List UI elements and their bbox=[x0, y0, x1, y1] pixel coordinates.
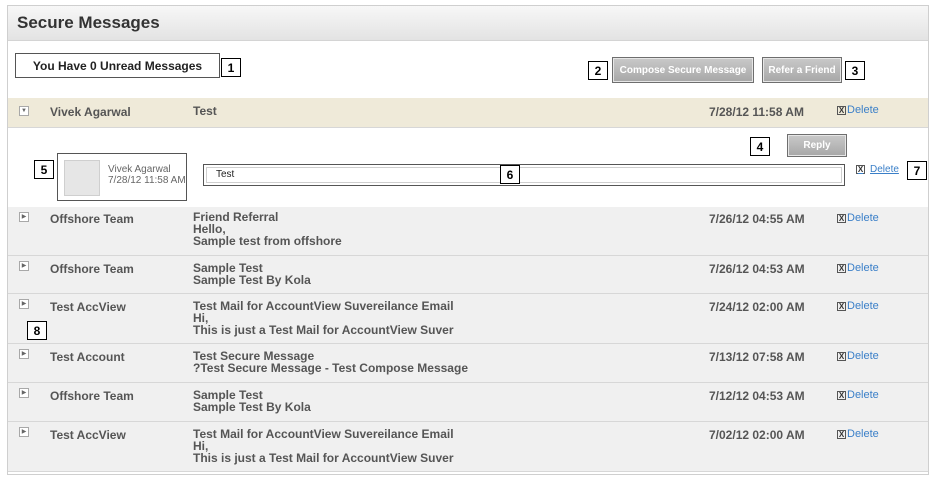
delete-link[interactable]: X Delete bbox=[837, 389, 879, 401]
message-subject-line: Test Mail for AccountView Suvereilance E… bbox=[193, 427, 454, 441]
reply-button[interactable]: Reply bbox=[787, 134, 847, 157]
sender-card: Vivek Agarwal 7/28/12 11:58 AM bbox=[57, 153, 187, 201]
refer-a-friend-button[interactable]: Refer a Friend bbox=[762, 57, 842, 83]
message-subject: Friend Referral Hello, Sample test from … bbox=[193, 211, 342, 247]
message-subject: Sample Test Sample Test By Kola bbox=[193, 389, 311, 413]
secure-messages-panel: Secure Messages You Have 0 Unread Messag… bbox=[7, 5, 929, 475]
message-preview-line: This is just a Test Mail for AccountView… bbox=[193, 451, 454, 465]
message-detail: Reply Vivek Agarwal 7/28/12 11:58 AM Tes… bbox=[8, 128, 928, 208]
callout-8: 8 bbox=[27, 321, 47, 340]
message-subject: Test Secure Message ?Test Secure Message… bbox=[193, 350, 468, 374]
expand-icon[interactable]: ▶ bbox=[19, 349, 29, 359]
message-subject: Sample Test Sample Test By Kola bbox=[193, 262, 311, 286]
delete-x-icon: X bbox=[837, 351, 846, 361]
delete-label: Delete bbox=[847, 300, 879, 312]
panel-header: Secure Messages bbox=[8, 6, 928, 41]
delete-link[interactable]: X Delete bbox=[837, 212, 879, 224]
delete-x-icon: X bbox=[837, 301, 846, 311]
message-row[interactable]: ▶ Offshore Team Sample Test Sample Test … bbox=[8, 383, 928, 422]
message-body-box: Test bbox=[203, 164, 845, 186]
message-row-open[interactable]: ▼ Vivek Agarwal Test 7/28/12 11:58 AM XD… bbox=[8, 98, 928, 128]
delete-link[interactable]: X Delete bbox=[837, 104, 879, 116]
message-sender: Test AccView bbox=[50, 428, 126, 442]
message-row[interactable]: ▶ Test Account Test Secure Message ?Test… bbox=[8, 344, 928, 383]
expand-icon[interactable]: ▶ bbox=[19, 388, 29, 398]
message-body: Test bbox=[206, 167, 842, 183]
message-sender: Offshore Team bbox=[50, 389, 134, 403]
message-sender: Vivek Agarwal bbox=[50, 105, 131, 119]
avatar bbox=[64, 160, 100, 196]
compose-secure-message-button[interactable]: Compose Secure Message bbox=[612, 57, 754, 83]
callout-6: 6 bbox=[500, 165, 520, 184]
message-date: 7/12/12 04:53 AM bbox=[709, 389, 805, 403]
message-row[interactable]: ▶ Offshore Team Friend Referral Hello, S… bbox=[8, 207, 928, 256]
delete-x-icon: X bbox=[837, 213, 846, 223]
delete-link[interactable]: X Delete bbox=[837, 350, 879, 362]
delete-link[interactable]: X Delete bbox=[837, 262, 879, 274]
callout-5: 5 bbox=[34, 160, 54, 179]
message-date: 7/26/12 04:53 AM bbox=[709, 262, 805, 276]
message-date: 7/13/12 07:58 AM bbox=[709, 350, 805, 364]
message-date: 7/24/12 02:00 AM bbox=[709, 300, 805, 314]
message-sender: Offshore Team bbox=[50, 212, 134, 226]
message-sender: Test Account bbox=[50, 350, 125, 364]
expand-icon[interactable]: ▶ bbox=[19, 261, 29, 271]
message-date: 7/26/12 04:55 AM bbox=[709, 212, 805, 226]
callout-3: 3 bbox=[845, 61, 865, 80]
delete-x-icon: X bbox=[837, 263, 846, 273]
delete-label: Delete bbox=[870, 164, 899, 175]
expand-icon[interactable]: ▶ bbox=[19, 427, 29, 437]
message-preview-line: Sample Test By Kola bbox=[193, 400, 311, 414]
collapse-icon[interactable]: ▼ bbox=[19, 106, 29, 116]
sender-card-date: 7/28/12 11:58 AM bbox=[108, 175, 186, 186]
message-preview-line: This is just a Test Mail for AccountView… bbox=[193, 323, 454, 337]
expand-icon[interactable]: ▶ bbox=[19, 212, 29, 222]
sender-card-name: Vivek Agarwal bbox=[108, 164, 171, 175]
delete-label: Delete bbox=[847, 104, 879, 116]
message-row[interactable]: ▶ Test AccView Test Mail for AccountView… bbox=[8, 294, 928, 344]
message-date: 7/28/12 11:58 AM bbox=[709, 105, 804, 119]
message-date: 7/02/12 02:00 AM bbox=[709, 428, 805, 442]
page-title: Secure Messages bbox=[17, 13, 160, 32]
message-subject: Test Mail for AccountView Suvereilance E… bbox=[193, 428, 454, 464]
delete-x-icon: X bbox=[837, 390, 846, 400]
callout-7: 7 bbox=[907, 161, 927, 180]
delete-message-link[interactable]: X Delete bbox=[856, 164, 899, 175]
delete-label: Delete bbox=[847, 350, 879, 362]
delete-x-icon: X bbox=[837, 429, 846, 439]
delete-link[interactable]: X Delete bbox=[837, 428, 879, 440]
message-sender: Test AccView bbox=[50, 300, 126, 314]
delete-label: Delete bbox=[847, 389, 879, 401]
unread-messages-count: You Have 0 Unread Messages bbox=[15, 53, 220, 78]
message-subject: Test Mail for AccountView Suvereilance E… bbox=[193, 300, 454, 336]
delete-label: Delete bbox=[847, 428, 879, 440]
delete-link[interactable]: X Delete bbox=[837, 300, 879, 312]
message-subject: Test bbox=[193, 104, 217, 118]
delete-label: Delete bbox=[847, 262, 879, 274]
message-sender: Offshore Team bbox=[50, 262, 134, 276]
delete-label: Delete bbox=[847, 212, 879, 224]
callout-4: 4 bbox=[750, 137, 770, 156]
message-preview-line: Sample Test By Kola bbox=[193, 273, 311, 287]
expand-icon[interactable]: ▶ bbox=[19, 299, 29, 309]
message-row[interactable]: ▶ Test AccView Test Mail for AccountView… bbox=[8, 422, 928, 472]
message-preview-line: Sample test from offshore bbox=[193, 234, 342, 248]
callout-1: 1 bbox=[221, 58, 241, 77]
callout-2: 2 bbox=[588, 61, 608, 80]
delete-x-icon: X bbox=[837, 105, 846, 115]
message-preview-line: ?Test Secure Message - Test Compose Mess… bbox=[193, 361, 468, 375]
message-subject-line: Test Mail for AccountView Suvereilance E… bbox=[193, 299, 454, 313]
message-row[interactable]: ▶ Offshore Team Sample Test Sample Test … bbox=[8, 256, 928, 294]
delete-x-icon: X bbox=[856, 165, 865, 174]
